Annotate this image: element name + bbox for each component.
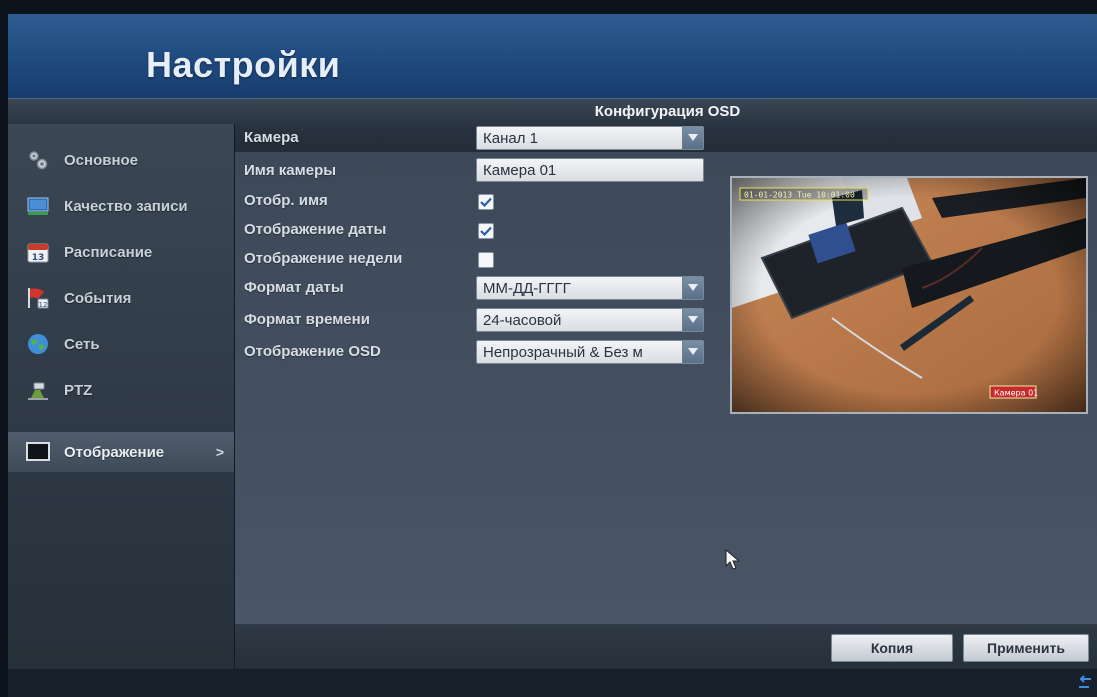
chevron-down-icon bbox=[682, 277, 703, 299]
sidebar-item-schedule[interactable]: 13 Расписание bbox=[8, 232, 234, 272]
section-bar: Конфигурация OSD bbox=[8, 98, 1097, 125]
sidebar-item-network[interactable]: Сеть bbox=[8, 324, 234, 364]
time-format-label: Формат времени bbox=[244, 311, 370, 328]
preview-image: 01-01-2013 Tue 10:01:00 Камера 01 bbox=[732, 178, 1086, 412]
chevron-down-icon bbox=[682, 127, 703, 149]
globe-icon bbox=[26, 332, 50, 356]
name-overlay-text: Камера 01 bbox=[994, 389, 1038, 398]
chevron-down-icon bbox=[682, 341, 703, 363]
events-flag-icon: 12 bbox=[26, 286, 50, 310]
svg-text:13: 13 bbox=[32, 253, 45, 263]
gear-icon bbox=[26, 148, 50, 172]
time-format-select[interactable]: 24-часовой bbox=[476, 308, 704, 332]
osd-display-label: Отображение OSD bbox=[244, 343, 381, 360]
camera-label: Камера bbox=[244, 129, 299, 146]
show-date-checkbox[interactable] bbox=[478, 223, 494, 239]
camera-name-label: Имя камеры bbox=[244, 162, 337, 179]
sidebar-item-label: Отображение bbox=[64, 443, 165, 461]
show-date-label: Отображение даты bbox=[244, 221, 387, 238]
show-week-label: Отображение недели bbox=[244, 250, 403, 267]
sidebar-item-label: События bbox=[64, 289, 132, 307]
sidebar: Основное Качество записи 13 Расписание 1… bbox=[8, 124, 235, 679]
ptz-camera-icon bbox=[26, 378, 50, 402]
time-format-value: 24-часовой bbox=[483, 312, 562, 329]
dvr-screen: Настройки Конфигурация OSD Основное Каче… bbox=[8, 14, 1097, 697]
svg-text:12: 12 bbox=[39, 301, 48, 309]
mouse-cursor-icon bbox=[725, 549, 741, 570]
show-name-label: Отобр. имя bbox=[244, 192, 328, 209]
osd-config-panel: Камера Канал 1 Имя камеры Камера 01 Отоб… bbox=[235, 124, 1097, 624]
date-overlay-text: 01-01-2013 Tue 10:01:00 bbox=[744, 191, 855, 200]
sidebar-item-record-quality[interactable]: Качество записи bbox=[8, 186, 234, 226]
footer-bar: Копия Применить bbox=[235, 624, 1097, 669]
apply-button[interactable]: Применить bbox=[963, 634, 1089, 662]
sidebar-item-label: Основное bbox=[64, 151, 139, 169]
show-name-checkbox[interactable] bbox=[478, 194, 494, 210]
copy-button[interactable]: Копия bbox=[831, 634, 953, 662]
camera-name-value: Камера 01 bbox=[483, 162, 557, 179]
sidebar-item-events[interactable]: 12 События bbox=[8, 278, 234, 318]
date-format-select[interactable]: ММ-ДД-ГГГГ bbox=[476, 276, 704, 300]
monitor-icon bbox=[26, 440, 50, 464]
header: Настройки bbox=[8, 14, 1097, 98]
record-quality-icon bbox=[26, 194, 50, 218]
camera-select[interactable]: Канал 1 bbox=[476, 126, 704, 150]
chevron-right-icon: > bbox=[215, 444, 224, 460]
sidebar-item-ptz[interactable]: PTZ bbox=[8, 370, 234, 410]
page-title: Настройки bbox=[146, 44, 341, 85]
sidebar-item-label: Расписание bbox=[64, 243, 153, 261]
date-format-value: ММ-ДД-ГГГГ bbox=[483, 280, 571, 297]
camera-name-input[interactable]: Камера 01 bbox=[476, 158, 704, 182]
sidebar-item-display[interactable]: Отображение > bbox=[8, 432, 234, 472]
camera-select-value: Канал 1 bbox=[483, 130, 538, 147]
camera-preview[interactable]: 01-01-2013 Tue 10:01:00 Камера 01 bbox=[730, 176, 1088, 414]
monitor-frame: Настройки Конфигурация OSD Основное Каче… bbox=[0, 0, 1097, 697]
status-bar bbox=[8, 669, 1097, 697]
back-arrow-icon[interactable] bbox=[1077, 673, 1093, 693]
date-format-label: Формат даты bbox=[244, 279, 344, 296]
calendar-icon: 13 bbox=[26, 240, 50, 264]
sidebar-item-label: Сеть bbox=[64, 335, 100, 353]
show-week-checkbox[interactable] bbox=[478, 252, 494, 268]
section-title: Конфигурация OSD bbox=[594, 103, 741, 120]
osd-display-select[interactable]: Непрозрачный & Без м bbox=[476, 340, 704, 364]
sidebar-item-label: Качество записи bbox=[64, 197, 188, 215]
sidebar-item-label: PTZ bbox=[64, 381, 93, 399]
sidebar-item-general[interactable]: Основное bbox=[8, 140, 234, 180]
osd-display-value: Непрозрачный & Без м bbox=[483, 344, 643, 361]
chevron-down-icon bbox=[682, 309, 703, 331]
